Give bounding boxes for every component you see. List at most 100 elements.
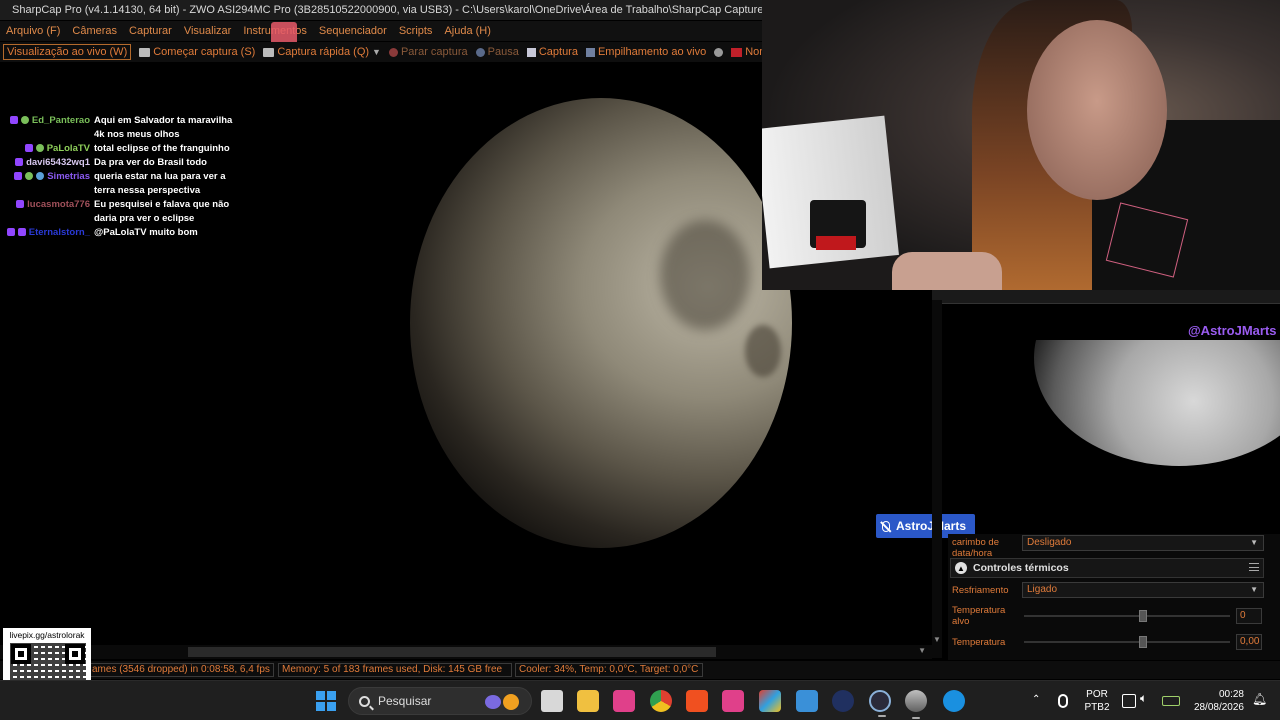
window-title: SharpCap Pro (v4.1.14130, 64 bit) - ZWO … <box>12 4 762 16</box>
battery-icon[interactable] <box>1162 696 1180 706</box>
chat-message: Simetrias queria estar na lua para ver a… <box>2 170 302 198</box>
menu-help[interactable]: Ajuda (H) <box>444 25 490 37</box>
gift-badge-icon <box>20 116 29 124</box>
menu-bar: Arquivo (F) Câmeras Capturar Visualizar … <box>0 21 762 41</box>
snapshot-icon <box>526 47 536 57</box>
video-camera-icon <box>139 47 151 57</box>
quick-capture-button[interactable]: Captura rápida (Q) ▼ <box>263 46 381 58</box>
search-placeholder: Pesquisar <box>378 694 432 708</box>
chat-text: Eu pesquisei e falava que não daria pra … <box>94 199 230 224</box>
cooling-label: Resfriamento <box>952 585 1009 596</box>
snapshot-button[interactable]: Captura <box>526 46 578 58</box>
chrome-icon[interactable] <box>650 690 672 712</box>
app-pink-icon[interactable] <box>722 690 744 712</box>
streamer-webcam-feed <box>762 0 1280 290</box>
quick-capture-label: Captura rápida (Q) <box>277 46 370 58</box>
menu-sequencer[interactable]: Sequenciador <box>319 25 387 37</box>
speaker-icon[interactable]: 🔈︎ <box>1140 691 1154 705</box>
subscriber-badge-icon <box>24 144 33 152</box>
menu-icon[interactable] <box>1249 563 1259 571</box>
live-view-button[interactable]: Visualização ao vivo (W) <box>3 44 132 60</box>
gift-badge-icon <box>25 172 34 180</box>
chevron-down-icon[interactable]: ▼ <box>372 47 381 57</box>
keyboard-layout: PTB2 <box>1084 702 1110 713</box>
menu-scripts[interactable]: Scripts <box>399 25 433 37</box>
moon-live-image <box>410 98 792 548</box>
chat-username: Simetrias <box>47 171 90 182</box>
start-capture-label: Começar captura (S) <box>153 46 256 58</box>
chevron-up-icon[interactable]: ⌃ <box>1032 694 1046 708</box>
target-temperature-input[interactable]: 0 <box>1236 608 1262 624</box>
chat-text: queria estar na lua para ver a terra nes… <box>94 171 226 196</box>
microphone-icon[interactable] <box>1058 694 1068 708</box>
stop-capture-button[interactable]: Parar captura <box>388 46 468 58</box>
menu-capture[interactable]: Capturar <box>129 25 172 37</box>
live-view-horizontal-scrollbar[interactable]: ▼ <box>0 645 932 659</box>
app-pink-icon[interactable] <box>613 690 635 712</box>
sharpcap-icon[interactable] <box>905 690 927 719</box>
notifications-bell-icon[interactable]: 🔔︎ <box>1252 692 1267 706</box>
chat-username: Eternalstorn_ <box>28 227 90 238</box>
pause-icon <box>475 47 485 57</box>
chat-message: Eternalstorn_ @PaLolaTV muito bom <box>2 226 302 240</box>
timestamp-select[interactable]: Desligado ▼ <box>1022 535 1264 551</box>
moon-mare-shading <box>660 220 750 330</box>
task-view-icon[interactable] <box>541 690 563 712</box>
chevron-down-icon[interactable]: ▼ <box>918 646 926 655</box>
start-capture-button[interactable]: Começar captura (S) <box>139 46 255 58</box>
chat-text: total eclipse of the franguinho <box>94 143 230 154</box>
menu-view[interactable]: Visualizar <box>184 25 232 37</box>
target-temperature-label: Temperatura alvo <box>952 605 1006 627</box>
chevron-down-icon: ▼ <box>1250 585 1258 594</box>
stellarium-icon[interactable] <box>832 690 854 712</box>
search-icon <box>359 695 370 707</box>
slider-track <box>1024 615 1230 617</box>
title-bar: SharpCap Pro (v4.1.14130, 64 bit) - ZWO … <box>0 0 762 20</box>
cooling-value: Ligado <box>1027 584 1058 595</box>
taskbar-search[interactable]: Pesquisar <box>348 687 532 715</box>
live-view-label: Visualização ao vivo (W) <box>7 46 128 58</box>
mic-muted-icon <box>882 520 890 532</box>
qr-finder-pattern <box>11 644 31 664</box>
network-icon[interactable] <box>1122 694 1136 708</box>
moderator-badge-icon <box>35 144 44 152</box>
subscriber-badge-icon <box>15 158 24 166</box>
cooling-select[interactable]: Ligado ▼ <box>1022 582 1264 598</box>
chevron-down-icon: ▼ <box>1250 538 1258 547</box>
slider-handle[interactable] <box>1139 610 1148 622</box>
office-app-icon[interactable] <box>759 690 781 712</box>
menu-cameras[interactable]: Câmeras <box>72 25 117 37</box>
camera-control-panel: carimbo de data/hora Desligado ▼ ▲ Contr… <box>948 534 1280 660</box>
windows-start-icon[interactable] <box>316 691 336 711</box>
file-explorer-icon[interactable] <box>577 690 599 712</box>
obs-icon[interactable] <box>869 690 891 717</box>
moon-crater-shading <box>745 325 781 377</box>
brave-icon[interactable] <box>686 690 708 712</box>
input-language-indicator[interactable]: POR PTB2 <box>1084 681 1110 720</box>
menu-file[interactable]: Arquivo (F) <box>6 25 60 37</box>
thermal-controls-header[interactable]: ▲ Controles térmicos <box>950 558 1264 578</box>
panel-vertical-scrollbar[interactable]: ▼ <box>932 300 942 658</box>
chevron-down-icon[interactable]: ▼ <box>933 635 941 644</box>
video-camera-icon <box>263 47 275 57</box>
system-clock[interactable]: 00:28 28/08/2026 <box>1190 681 1244 720</box>
safari-compass-icon[interactable] <box>943 690 965 712</box>
target-temperature-slider[interactable] <box>1024 610 1230 622</box>
chat-username: lucasmota776 <box>27 199 90 210</box>
timestamp-label: carimbo de data/hora <box>952 537 999 559</box>
live-stack-button[interactable]: Empilhamento ao vivo <box>585 46 707 58</box>
chat-text: @PaLolaTV muito bom <box>94 227 198 238</box>
photos-icon[interactable] <box>796 690 818 712</box>
collapse-icon[interactable]: ▲ <box>955 562 967 574</box>
chat-message: Ed_Panterao Aqui em Salvador ta maravilh… <box>2 114 302 142</box>
target-toggle-button[interactable] <box>714 47 724 57</box>
live-stack-label: Empilhamento ao vivo <box>597 46 707 58</box>
qr-finder-pattern <box>65 644 85 664</box>
stream-chat-overlay: Ed_Panterao Aqui em Salvador ta maravilh… <box>2 114 302 240</box>
vip-badge-icon <box>17 228 26 236</box>
stack-icon <box>585 47 595 57</box>
search-highlight-icon <box>503 694 519 710</box>
scrollbar-thumb[interactable] <box>188 647 716 657</box>
subscriber-badge-icon <box>16 200 25 208</box>
pause-button[interactable]: Pausa <box>475 46 519 58</box>
